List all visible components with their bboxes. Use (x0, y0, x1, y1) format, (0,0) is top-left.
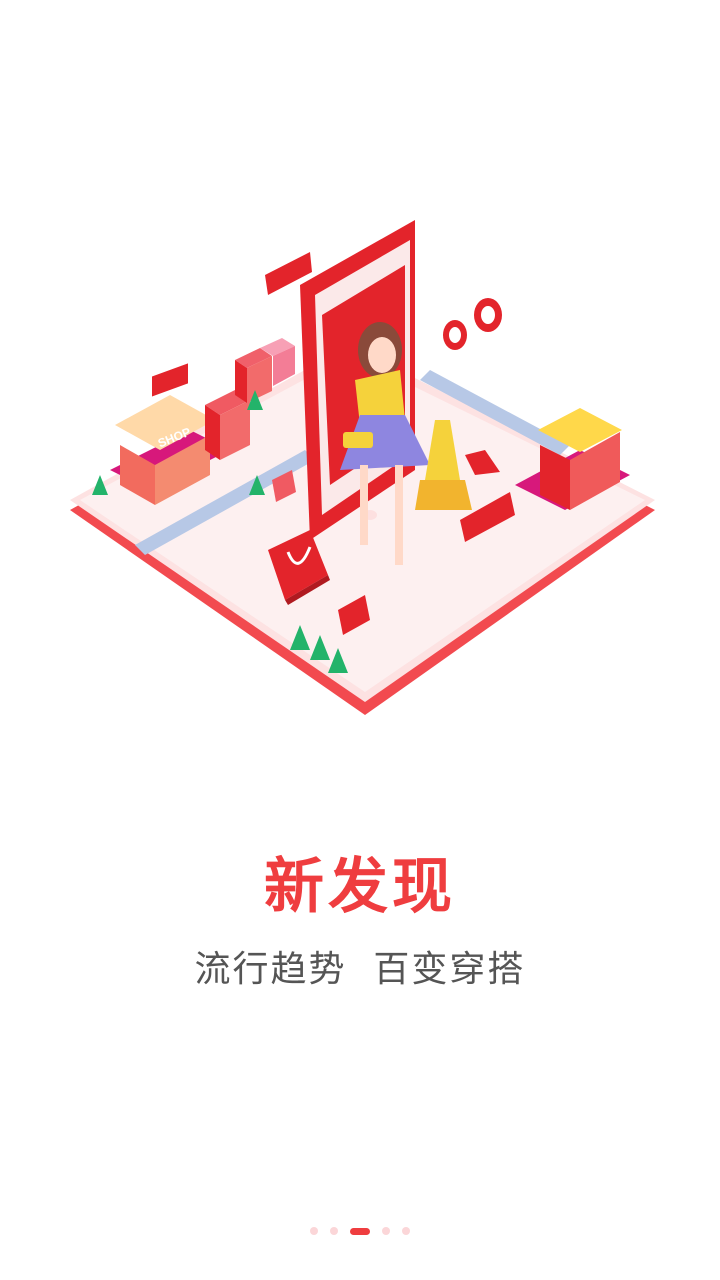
onboarding-screen: SHOP 新发现 流行趋势 百变穿搭 (0, 0, 720, 1280)
page-indicator-dot-4[interactable] (382, 1227, 390, 1235)
heart-bubbles (443, 298, 502, 350)
page-indicator (0, 1226, 720, 1236)
page-indicator-dot-1[interactable] (310, 1227, 318, 1235)
page-indicator-dot-3-active[interactable] (350, 1227, 370, 1235)
page-subtitle: 流行趋势 百变穿搭 (194, 949, 526, 990)
page-title: 新发现 (264, 852, 456, 922)
shopping-illustration: SHOP (70, 220, 655, 715)
page-indicator-dot-5[interactable] (402, 1227, 410, 1235)
page-indicator-dot-2[interactable] (330, 1227, 338, 1235)
